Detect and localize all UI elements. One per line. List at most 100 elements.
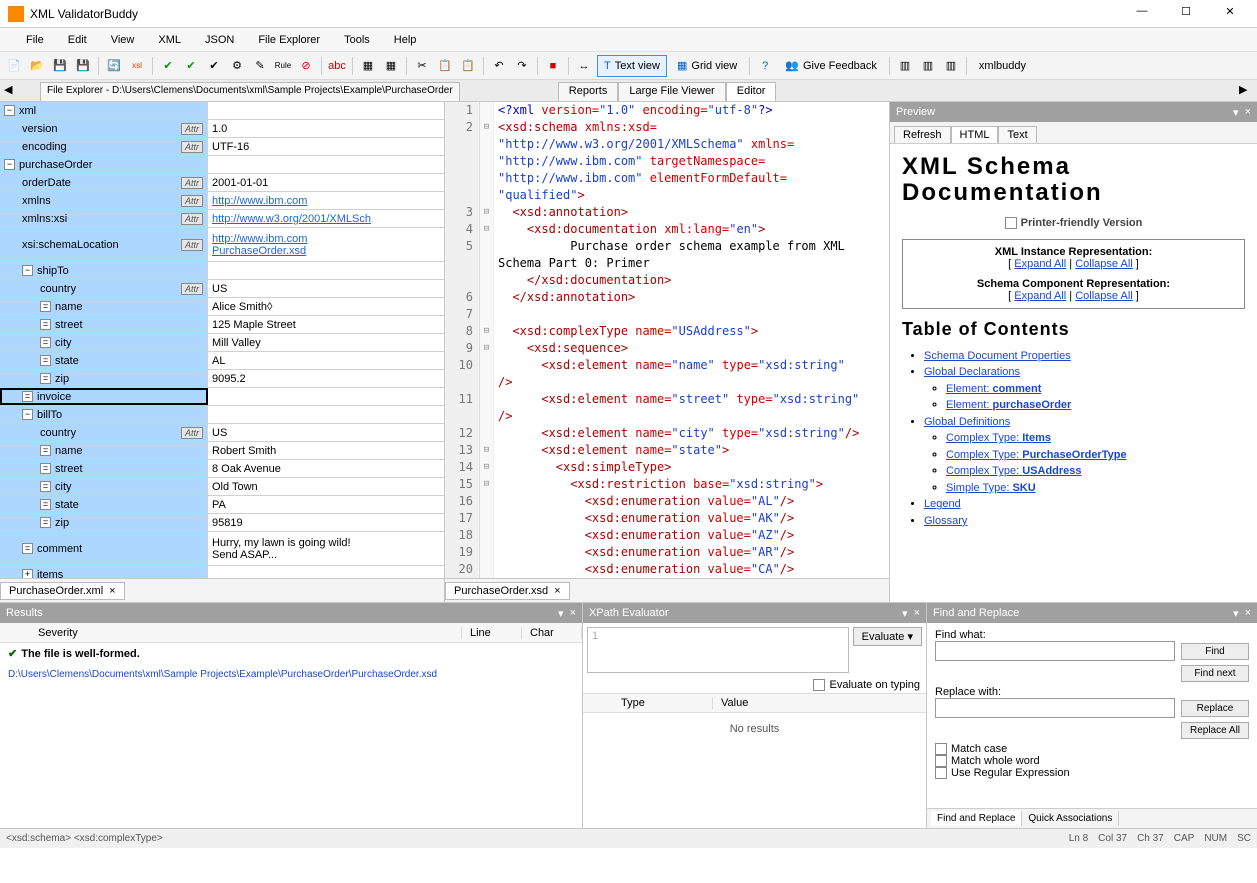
save-all-icon[interactable]: 💾 (73, 56, 93, 76)
toggle-icon[interactable]: + (22, 569, 33, 578)
paste-icon[interactable]: 📋 (458, 56, 478, 76)
pin-icon[interactable]: ▾ (1233, 607, 1239, 620)
pencil-icon[interactable]: ✎ (250, 56, 270, 76)
node-value[interactable]: Mill Valley (208, 337, 444, 349)
grid-row[interactable]: xmlns:xsiAttrhttp://www.w3.org/2001/XMLS… (0, 210, 444, 228)
link-gd[interactable]: Global Declarations (924, 366, 1020, 378)
node-value[interactable]: 1.0 (208, 123, 444, 135)
tab-left-arrow[interactable]: ◀ (4, 83, 18, 97)
grid-row[interactable]: =stateAL (0, 352, 444, 370)
doc1-icon[interactable]: ▦ (358, 56, 378, 76)
collapse-all-link[interactable]: Collapse All (1075, 258, 1132, 270)
code-editor[interactable]: 1234567891011121314151617181920212223 ⊟⊟… (445, 102, 889, 578)
node-value[interactable]: 125 Maple Street (208, 319, 444, 331)
node-value[interactable]: http://www.w3.org/2001/XMLSch (208, 213, 444, 225)
minimize-button[interactable]: — (1129, 5, 1155, 23)
close-tab-icon[interactable]: × (109, 585, 115, 597)
spell-icon[interactable]: abc (327, 56, 347, 76)
node-value[interactable]: AL (208, 355, 444, 367)
node-value[interactable]: Alice Smith◊ (208, 301, 444, 313)
link-ct-pot[interactable]: Complex Type: PurchaseOrderType (946, 449, 1127, 461)
node-value[interactable]: 8 Oak Avenue (208, 463, 444, 475)
wellformed-icon[interactable]: ✔ (181, 56, 201, 76)
col-severity[interactable]: Severity (30, 627, 462, 639)
replace-button[interactable]: Replace (1181, 700, 1249, 717)
toggle-icon[interactable]: = (40, 463, 51, 474)
refresh-icon[interactable]: 🔄 (104, 56, 124, 76)
menu-json[interactable]: JSON (199, 32, 240, 48)
toggle-icon[interactable]: − (22, 265, 33, 276)
eval-typing-checkbox[interactable] (813, 679, 825, 691)
grid-row[interactable]: =zip9095.2 (0, 370, 444, 388)
close-panel-icon[interactable]: × (1245, 607, 1251, 620)
col-line[interactable]: Line (462, 627, 522, 639)
toggle-icon[interactable]: = (40, 355, 51, 366)
toggle-icon[interactable]: = (40, 373, 51, 384)
grid-row[interactable]: encodingAttrUTF-16 (0, 138, 444, 156)
toggle-icon[interactable]: = (40, 337, 51, 348)
link-sdp[interactable]: Schema Document Properties (924, 350, 1071, 362)
menu-view[interactable]: View (105, 32, 141, 48)
preview-body[interactable]: XML Schema Documentation Printer-friendl… (890, 144, 1257, 602)
toggle-icon[interactable]: = (40, 445, 51, 456)
copy-icon[interactable]: 📋 (435, 56, 455, 76)
match-case-checkbox[interactable] (935, 743, 947, 755)
pin-icon[interactable]: ▾ (1233, 106, 1239, 119)
preview-tab-text[interactable]: Text (998, 126, 1036, 143)
file-tab-purchaseorder-xsd[interactable]: PurchaseOrder.xsd× (445, 582, 570, 600)
toggle-icon[interactable]: = (22, 391, 33, 402)
node-value[interactable]: Robert Smith (208, 445, 444, 457)
toggle-icon[interactable]: = (22, 543, 33, 554)
grid-row[interactable]: =street8 Oak Avenue (0, 460, 444, 478)
red-icon[interactable]: ■ (543, 56, 563, 76)
tab-large-file[interactable]: Large File Viewer (618, 82, 725, 101)
col-type[interactable]: Type (613, 697, 713, 709)
xmlbuddy-link[interactable]: xmlbuddy (972, 55, 1033, 77)
grid-view-button[interactable]: ▦Grid view (670, 55, 744, 77)
menu-file[interactable]: File (20, 32, 50, 48)
node-value[interactable]: US (208, 283, 444, 295)
cut-icon[interactable]: ✂ (412, 56, 432, 76)
grid-row[interactable]: countryAttrUS (0, 280, 444, 298)
grid-row[interactable]: =cityOld Town (0, 478, 444, 496)
stop-icon[interactable]: ⊘ (296, 56, 316, 76)
app2-icon[interactable]: ▥ (918, 56, 938, 76)
pin-icon[interactable]: ▾ (558, 607, 564, 620)
close-tab-icon[interactable]: × (554, 585, 560, 597)
grid-row[interactable]: xsi:schemaLocationAttrhttp://www.ibm.com… (0, 228, 444, 262)
toggle-icon[interactable]: = (40, 499, 51, 510)
toggle-icon[interactable]: = (40, 481, 51, 492)
grid-view[interactable]: −xmlversionAttr1.0encodingAttrUTF-16−pur… (0, 102, 444, 578)
toggle-icon[interactable]: − (4, 159, 15, 170)
printer-checkbox[interactable] (1005, 217, 1017, 229)
col-value[interactable]: Value (713, 697, 926, 709)
app1-icon[interactable]: ▥ (895, 56, 915, 76)
menu-xml[interactable]: XML (152, 32, 187, 48)
tab-find-replace[interactable]: Find and Replace (931, 811, 1022, 826)
grid-row[interactable]: −shipTo (0, 262, 444, 280)
node-value[interactable]: 2001-01-01 (208, 177, 444, 189)
link-st-sku[interactable]: Simple Type: SKU (946, 482, 1036, 494)
gear-icon[interactable]: ⚙ (227, 56, 247, 76)
collapse-all-link2[interactable]: Collapse All (1075, 290, 1132, 302)
find-input[interactable] (935, 641, 1175, 661)
close-panel-icon[interactable]: × (570, 607, 576, 620)
validate-icon[interactable]: ✔ (158, 56, 178, 76)
save-icon[interactable]: 💾 (50, 56, 70, 76)
link-glossary[interactable]: Glossary (924, 515, 967, 527)
col-char[interactable]: Char (522, 627, 582, 639)
menu-help[interactable]: Help (388, 32, 423, 48)
rule-icon[interactable]: Rule (273, 56, 293, 76)
menu-edit[interactable]: Edit (62, 32, 93, 48)
grid-row[interactable]: =zip95819 (0, 514, 444, 532)
menu-file-explorer[interactable]: File Explorer (252, 32, 326, 48)
redo-icon[interactable]: ↷ (512, 56, 532, 76)
toggle-icon[interactable]: − (4, 105, 15, 116)
xsl-icon[interactable]: xsl (127, 56, 147, 76)
link-e-comment[interactable]: Element: comment (946, 383, 1041, 395)
grid-row[interactable]: =nameRobert Smith (0, 442, 444, 460)
code-text[interactable]: <?xml version="1.0" encoding="utf-8"?><x… (494, 102, 889, 578)
preview-tab-refresh[interactable]: Refresh (894, 126, 951, 143)
tab-editor[interactable]: Editor (726, 82, 777, 101)
menu-tools[interactable]: Tools (338, 32, 376, 48)
